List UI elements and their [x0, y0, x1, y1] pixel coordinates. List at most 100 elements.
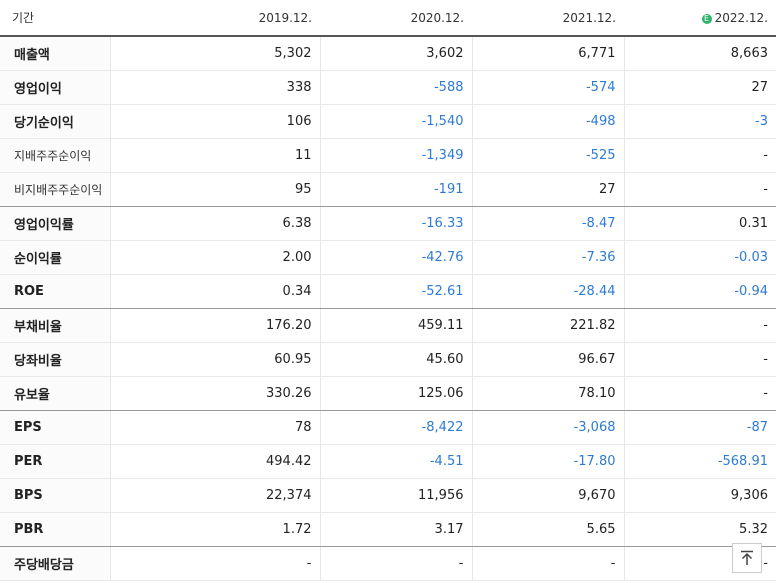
row-value: -0.94	[623, 274, 776, 309]
row-value: 338	[109, 70, 320, 105]
row-value: -8.47	[471, 206, 624, 241]
row-value: 106	[109, 104, 320, 139]
row-value: 96.67	[471, 342, 624, 377]
row-label: ROE	[0, 274, 110, 309]
row-value: -	[623, 308, 776, 343]
period-header-label: 기간	[0, 0, 110, 37]
row-value: 78	[109, 410, 320, 445]
table-row: 당기순이익 106 -1,540 -498 -3	[0, 104, 776, 139]
row-value: 3,602	[319, 36, 472, 71]
row-label: 당좌비율	[0, 342, 110, 377]
row-value: -7.36	[471, 240, 624, 275]
row-value: -3	[623, 104, 776, 139]
row-value: 459.11	[319, 308, 472, 343]
row-label: 순이익률	[0, 240, 110, 275]
row-value: -498	[471, 104, 624, 139]
table-row: 부채비율 176.20 459.11 221.82-	[0, 308, 776, 343]
row-label: BPS	[0, 478, 110, 513]
row-label: EPS	[0, 410, 110, 445]
row-label: 당기순이익	[0, 104, 110, 139]
row-value: -42.76	[319, 240, 472, 275]
table-row: BPS 22,374 11,956 9,670 9,306	[0, 478, 776, 513]
row-value: 11,956	[319, 478, 472, 513]
row-value: -574	[471, 70, 624, 105]
row-value: -	[109, 546, 320, 581]
row-value: -588	[319, 70, 472, 105]
table-row: ROE 0.34 -52.61 -28.44 -0.94	[0, 274, 776, 309]
row-label: 매출액	[0, 36, 110, 71]
financial-summary-table: 기간 2019.12. 2020.12. 2021.12. E 2022.12. …	[0, 0, 776, 581]
row-value: 60.95	[109, 342, 320, 377]
period-header-2019: 2019.12.	[110, 0, 320, 37]
row-value: 125.06	[319, 376, 472, 411]
row-value: -8,422	[319, 410, 472, 445]
row-value: -4.51	[319, 444, 472, 479]
scroll-to-top-button[interactable]	[732, 543, 762, 573]
table-row: PBR 1.72 3.17 5.65 5.32	[0, 512, 776, 547]
row-label: 지배주주순이익	[0, 138, 110, 173]
row-value: 330.26	[109, 376, 320, 411]
row-label: 영업이익	[0, 70, 110, 105]
row-value: 8,663	[623, 36, 776, 71]
period-header-2022-label: 2022.12.	[714, 10, 768, 25]
row-value: 0.31	[623, 206, 776, 241]
row-value: -	[623, 376, 776, 411]
row-value: -0.03	[623, 240, 776, 275]
row-value: 22,374	[109, 478, 320, 513]
row-value: -52.61	[319, 274, 472, 309]
row-value: -17.80	[471, 444, 624, 479]
row-value: 5.32	[623, 512, 776, 547]
row-value: 2.00	[109, 240, 320, 275]
row-value: 6.38	[109, 206, 320, 241]
table-row: 순이익률 2.00 -42.76 -7.36 -0.03	[0, 240, 776, 275]
row-value: -1,540	[319, 104, 472, 139]
table-row: 영업이익률 6.38 -16.33 -8.47 0.31	[0, 206, 776, 241]
row-value: -191	[319, 172, 472, 207]
row-value: 5.65	[471, 512, 624, 547]
row-value: 5,302	[109, 36, 320, 71]
row-value: 45.60	[319, 342, 472, 377]
row-value: 494.42	[109, 444, 320, 479]
row-value: -	[623, 342, 776, 377]
row-value: -1,349	[319, 138, 472, 173]
row-value: 176.20	[109, 308, 320, 343]
row-value: 27	[623, 70, 776, 105]
row-value: 221.82	[471, 308, 624, 343]
header-row: 기간 2019.12. 2020.12. 2021.12. E 2022.12.	[0, 0, 776, 37]
period-header-2021: 2021.12.	[472, 0, 624, 37]
row-value: -87	[623, 410, 776, 445]
row-value: 9,670	[471, 478, 624, 513]
row-value: -28.44	[471, 274, 624, 309]
row-label: 영업이익률	[0, 206, 110, 241]
period-header-2022: E 2022.12.	[624, 0, 776, 37]
row-value: 1.72	[109, 512, 320, 547]
row-label: PER	[0, 444, 110, 479]
table-row: PER 494.42 -4.51 -17.80 -568.91	[0, 444, 776, 479]
row-value: -	[623, 138, 776, 173]
row-value: 6,771	[471, 36, 624, 71]
row-label: 주당배당금	[0, 546, 110, 581]
row-value: 95	[109, 172, 320, 207]
row-label: 부채비율	[0, 308, 110, 343]
row-label: 비지배주주순이익	[0, 172, 110, 207]
row-value: 0.34	[109, 274, 320, 309]
table-row: 비지배주주순이익 95 -191 27-	[0, 172, 776, 207]
table-row: 유보율 330.26 125.06 78.10-	[0, 376, 776, 411]
table-row: EPS 78 -8,422 -3,068 -87	[0, 410, 776, 445]
row-value: -16.33	[319, 206, 472, 241]
row-value: -525	[471, 138, 624, 173]
table-row: 주당배당금 - - - -	[0, 546, 776, 581]
table-row: 당좌비율 60.95 45.60 96.67-	[0, 342, 776, 377]
row-value: -	[319, 546, 472, 581]
row-value: 9,306	[623, 478, 776, 513]
row-value: -	[623, 172, 776, 207]
row-value: 78.10	[471, 376, 624, 411]
row-value: -	[471, 546, 624, 581]
row-value: 3.17	[319, 512, 472, 547]
table-row: 영업이익 338 -588 -574 27	[0, 70, 776, 105]
row-label: PBR	[0, 512, 110, 547]
row-value: -568.91	[623, 444, 776, 479]
row-value: 27	[471, 172, 624, 207]
row-label: 유보율	[0, 376, 110, 411]
table-row: 지배주주순이익 11 -1,349 -525-	[0, 138, 776, 173]
